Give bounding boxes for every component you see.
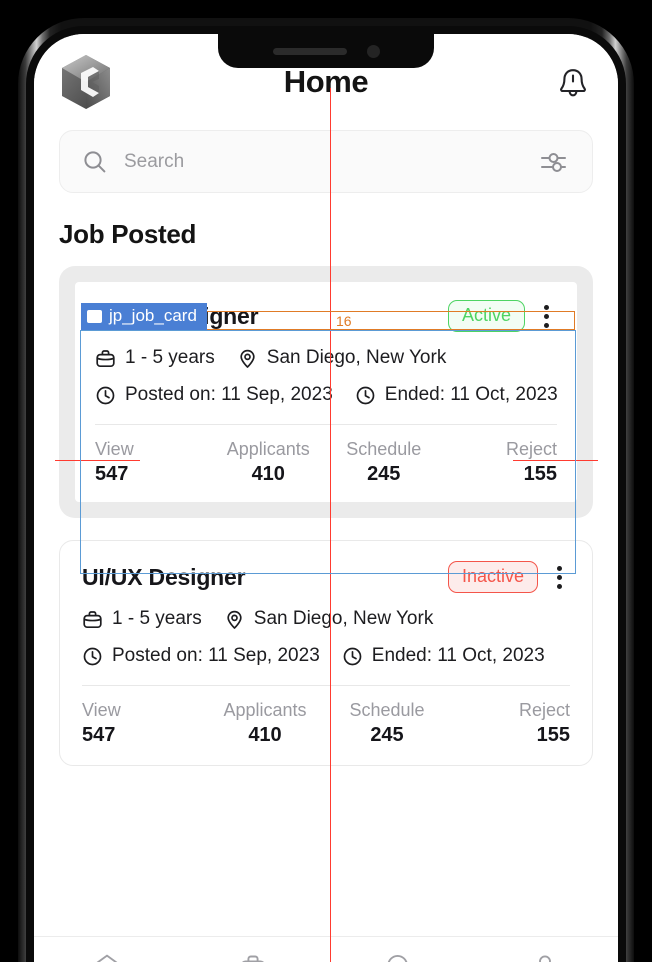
job-card-header: UI/UX Designer Inactive xyxy=(82,561,570,593)
job-experience-text: 1 - 5 years xyxy=(125,347,215,368)
clock-icon xyxy=(343,647,362,665)
page-title: Home xyxy=(283,64,369,99)
phone-notch xyxy=(218,34,434,68)
job-experience: 1 - 5 years xyxy=(82,608,202,630)
job-location: San Diego, New York xyxy=(224,608,434,630)
stat-view: View 547 xyxy=(82,700,204,747)
stat-value: 245 xyxy=(370,724,404,746)
job-card-divider xyxy=(95,424,557,425)
app-viewport: Home Search Job Posted UI/UX Designer Ac… xyxy=(34,34,618,962)
job-meta-row-dates: Posted on: 11 Sep, 2023 Ended: 11 Oct, 2… xyxy=(95,384,558,406)
stat-value: 547 xyxy=(82,724,116,746)
job-location: San Diego, New York xyxy=(237,347,447,369)
stat-label: Schedule xyxy=(346,439,422,459)
stat-view: View 547 xyxy=(95,439,211,486)
filter-sliders-icon[interactable] xyxy=(540,149,570,175)
stat-label: Applicants xyxy=(226,439,310,459)
stat-reject: Reject 155 xyxy=(442,439,557,486)
job-card-more-options-button[interactable] xyxy=(535,301,557,331)
job-ended-date: Ended: 11 Oct, 2023 xyxy=(342,645,545,667)
nav-item-my-applies[interactable]: My Applies xyxy=(180,951,326,962)
notification-button[interactable] xyxy=(553,62,593,102)
job-posted-list: UI/UX Designer Active 1 - 5 years San Di… xyxy=(34,250,618,936)
stat-value: 155 xyxy=(523,463,557,485)
job-location-text: San Diego, New York xyxy=(253,608,434,629)
phone-screen: Home Search Job Posted UI/UX Designer Ac… xyxy=(34,34,618,962)
job-meta-row-experience-location: 1 - 5 years San Diego, New York xyxy=(95,347,557,369)
job-ended-date: Ended: 11 Oct, 2023 xyxy=(355,384,558,406)
notification-bell-icon xyxy=(560,68,586,96)
location-pin-icon xyxy=(240,349,255,368)
job-posted-date-text: Posted on: 11 Sep, 2023 xyxy=(112,645,320,666)
profile-person-icon xyxy=(539,955,551,962)
job-posted-date: Posted on: 11 Sep, 2023 xyxy=(95,384,333,406)
search-input[interactable] xyxy=(124,150,530,173)
nav-item-profile[interactable]: Profile xyxy=(472,951,618,962)
section-title-job-posted: Job Posted xyxy=(59,219,197,249)
front-camera-icon xyxy=(366,44,380,58)
stat-value: 547 xyxy=(95,463,129,485)
stat-label: View xyxy=(95,439,134,459)
job-card[interactable]: UI/UX Designer Inactive 1 - 5 years San … xyxy=(59,540,593,766)
stat-schedule: Schedule 245 xyxy=(326,700,448,747)
screenshot-stage: Home Search Job Posted UI/UX Designer Ac… xyxy=(0,0,652,962)
briefcase-icon xyxy=(96,349,115,367)
job-card-header: UI/UX Designer Active xyxy=(95,300,557,332)
job-card-divider xyxy=(82,685,570,686)
phone-bezel: Home Search Job Posted UI/UX Designer Ac… xyxy=(26,26,626,962)
job-posted-date: Posted on: 11 Sep, 2023 xyxy=(82,645,320,667)
stat-reject: Reject 155 xyxy=(448,700,570,747)
stat-label: View xyxy=(82,700,121,720)
job-posted-date-text: Posted on: 11 Sep, 2023 xyxy=(125,384,333,405)
briefcase-icon xyxy=(242,955,264,962)
stat-label: Reject xyxy=(505,439,557,459)
clock-icon xyxy=(356,386,375,404)
job-title: UI/UX Designer xyxy=(95,302,259,329)
nav-item-home[interactable]: Home xyxy=(34,951,180,962)
stat-applicants: Applicants 410 xyxy=(211,439,327,486)
stat-value: 245 xyxy=(367,463,401,485)
earpiece-speaker xyxy=(272,47,347,55)
status-badge: Inactive xyxy=(447,561,538,593)
job-location-text: San Diego, New York xyxy=(266,347,447,368)
explore-search-icon xyxy=(387,954,408,962)
stat-label: Reject xyxy=(518,700,570,720)
stat-label: Schedule xyxy=(349,700,425,720)
job-title: UI/UX Designer xyxy=(82,563,246,590)
status-badge: Active xyxy=(447,300,525,332)
clock-icon xyxy=(96,386,115,404)
briefcase-icon xyxy=(83,610,102,628)
job-ended-date-text: Ended: 11 Oct, 2023 xyxy=(384,384,558,405)
stat-schedule: Schedule 245 xyxy=(326,439,442,486)
phone-device-frame: Home Search Job Posted UI/UX Designer Ac… xyxy=(18,18,634,962)
stat-label: Applicants xyxy=(223,700,307,720)
clock-icon xyxy=(83,647,102,665)
job-experience: 1 - 5 years xyxy=(95,347,215,369)
job-meta-row-experience-location: 1 - 5 years San Diego, New York xyxy=(82,608,570,630)
job-card[interactable]: UI/UX Designer Active 1 - 5 years San Di… xyxy=(75,282,577,502)
job-card-shell[interactable]: UI/UX Designer Inactive 1 - 5 years San … xyxy=(59,540,593,766)
job-card-selected-shell[interactable]: UI/UX Designer Active 1 - 5 years San Di… xyxy=(59,266,593,518)
stat-value: 410 xyxy=(251,463,285,485)
home-icon xyxy=(96,954,118,962)
job-stats-row: View 547 Applicants 410 Schedule 245 Rej… xyxy=(95,439,557,486)
job-card-more-options-button[interactable] xyxy=(548,562,570,592)
job-meta-row-dates: Posted on: 11 Sep, 2023 Ended: 11 Oct, 2… xyxy=(82,645,570,667)
search-icon xyxy=(84,150,106,172)
search-bar[interactable] xyxy=(59,130,593,193)
stat-value: 410 xyxy=(248,724,282,746)
job-experience-text: 1 - 5 years xyxy=(112,608,202,629)
bottom-navigation-bar: Home My Applies xyxy=(34,936,618,962)
job-ended-date-text: Ended: 11 Oct, 2023 xyxy=(371,645,545,666)
stat-value: 155 xyxy=(536,724,570,746)
job-stats-row: View 547 Applicants 410 Schedule 245 Rej… xyxy=(82,700,570,747)
nav-item-explore[interactable]: Explore xyxy=(326,951,472,962)
stat-applicants: Applicants 410 xyxy=(204,700,326,747)
location-pin-icon xyxy=(227,610,242,629)
